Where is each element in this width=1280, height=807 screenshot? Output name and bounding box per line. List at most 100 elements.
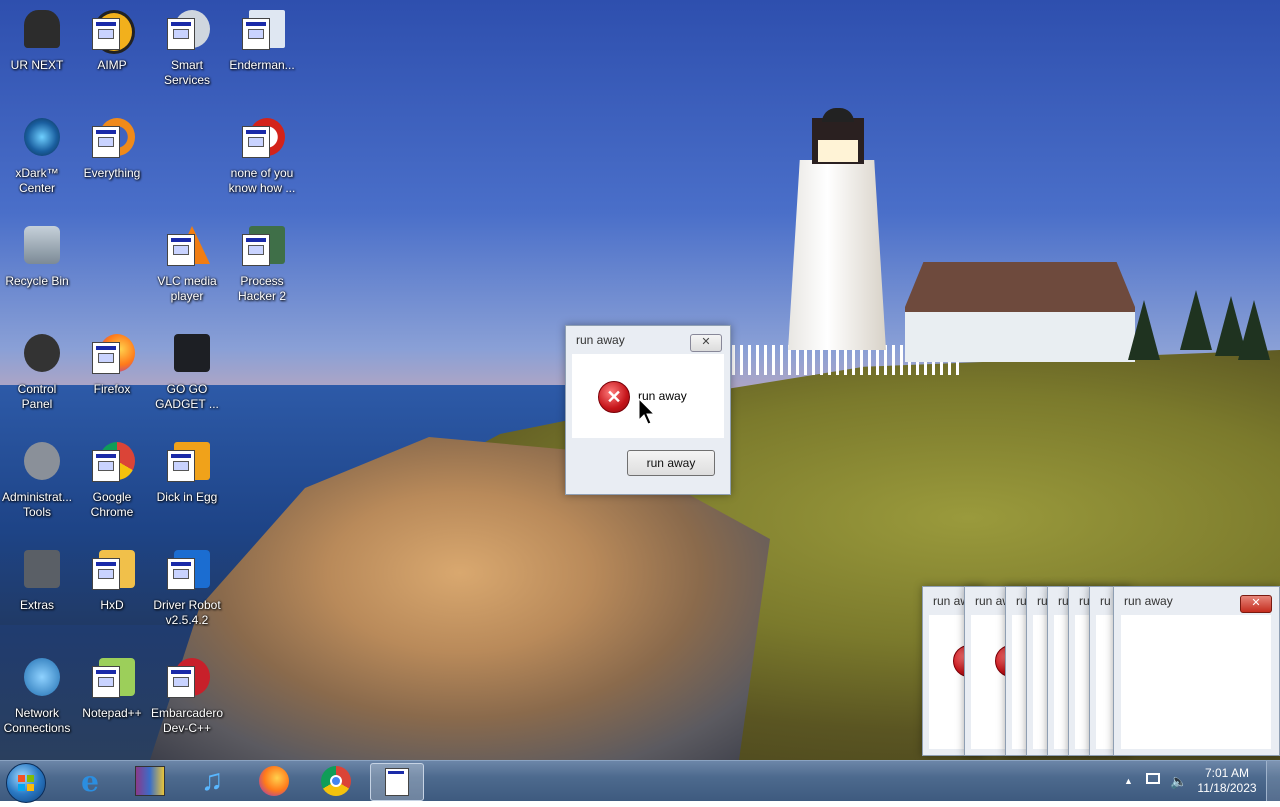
aimp-icon <box>89 10 135 56</box>
firefox-icon <box>89 334 135 380</box>
desktop-icon-label: Firefox <box>93 382 131 396</box>
firefox-icon <box>259 766 289 796</box>
clock[interactable]: 7:01 AM 11/18/2023 <box>1196 761 1258 801</box>
chrome-icon <box>89 442 135 488</box>
volume-muted-icon[interactable]: 🔈 <box>1170 773 1188 791</box>
mouse-cursor-icon <box>638 398 656 425</box>
dev-cpp-icon <box>164 658 210 704</box>
desktop-icon-go-go-gadget[interactable]: GO GO GADGET ... <box>151 328 223 412</box>
notepad-plus-plus-icon <box>89 658 135 704</box>
wallpaper-tree <box>1128 300 1160 360</box>
error-icon: ✕ <box>598 381 630 413</box>
show-desktop-button[interactable] <box>1266 761 1280 801</box>
ur-next-icon <box>14 10 60 56</box>
taskbar-chrome[interactable] <box>310 763 362 799</box>
desktop-icon-driver-robot[interactable]: Driver Robot v2.5.4.2 <box>151 544 223 628</box>
desktop-icon-label: Administrat... Tools <box>1 490 73 519</box>
network-icon <box>14 658 60 704</box>
vlc-cone-icon <box>164 226 210 272</box>
desktop-icon-label: Dick in Egg <box>156 490 218 504</box>
process-hacker-icon <box>239 226 285 272</box>
desktop[interactable]: UR NEXT AIMP Smart Services Enderman... … <box>0 0 1280 760</box>
egg-app-icon <box>164 442 210 488</box>
desktop-icon-label: Network Connections <box>3 706 71 735</box>
desktop-icon-label: Control Panel <box>17 382 57 411</box>
desktop-icon-label: Recycle Bin <box>5 274 69 288</box>
wallpaper-lamp-glass <box>818 140 858 162</box>
desktop-icon-label: HxD <box>100 598 124 612</box>
run-away-window-front[interactable]: run away ✕ <box>1113 586 1280 756</box>
taskbar-itunes[interactable]: ♫ <box>186 763 238 799</box>
close-button[interactable]: ✕ <box>690 334 722 352</box>
wallpaper-house-wall <box>905 312 1135 362</box>
desktop-icon-label: xDark™ Center <box>15 166 59 195</box>
desktop-icon-process-hacker[interactable]: Process Hacker 2 <box>226 220 298 304</box>
desktop-icon-enderman[interactable]: Enderman... <box>226 4 298 73</box>
desktop-icon-label: AIMP <box>97 58 127 72</box>
clock-date: 11/18/2023 <box>1197 781 1257 795</box>
gadget-icon <box>164 334 210 380</box>
close-button[interactable]: ✕ <box>1240 595 1272 613</box>
desktop-icon-google-chrome[interactable]: Google Chrome <box>76 436 148 520</box>
admin-tools-icon <box>14 442 60 488</box>
xdark-icon <box>14 118 60 164</box>
desktop-icon-xdark-center[interactable]: xDark™ Center <box>1 112 73 196</box>
desktop-icon-extras[interactable]: Extras <box>1 544 73 613</box>
taskbar: e ♫ ▲ 🔈 7:01 AM 11/18/2023 <box>0 760 1280 803</box>
network-tray-icon[interactable] <box>1146 773 1162 789</box>
desktop-icon-dick-in-egg[interactable]: Dick in Egg <box>151 436 223 505</box>
desktop-icon-label: Driver Robot v2.5.4.2 <box>153 598 221 627</box>
wallpaper-lamp-top <box>822 108 854 122</box>
show-hidden-icons-button[interactable]: ▲ <box>1124 761 1136 801</box>
internet-explorer-icon: e <box>81 764 99 798</box>
run-away-button[interactable]: run away <box>627 450 715 476</box>
hxd-icon <box>89 550 135 596</box>
control-panel-icon <box>14 334 60 380</box>
extras-icon <box>14 550 60 596</box>
desktop-icon-label: Enderman... <box>229 58 295 72</box>
desktop-icon-aimp[interactable]: AIMP <box>76 4 148 73</box>
red-swirl-icon <box>239 118 285 164</box>
desktop-icon-network-connections[interactable]: Network Connections <box>1 652 73 736</box>
driver-robot-icon <box>164 550 210 596</box>
gears-icon <box>164 10 210 56</box>
chrome-icon <box>321 766 351 796</box>
desktop-icon-everything[interactable]: Everything <box>76 112 148 181</box>
desktop-icon-label: Embarcadero Dev-C++ <box>151 706 224 735</box>
desktop-icon-label: UR NEXT <box>10 58 64 72</box>
desktop-icon-dev-cpp[interactable]: Embarcadero Dev-C++ <box>151 652 223 736</box>
wallpaper-lighthouse <box>788 160 886 350</box>
desktop-icon-administrative-tools[interactable]: Administrat... Tools <box>1 436 73 520</box>
desktop-icon-ur-next[interactable]: UR NEXT <box>1 4 73 73</box>
desktop-icon-recycle-bin[interactable]: Recycle Bin <box>1 220 73 289</box>
desktop-icon-control-panel[interactable]: Control Panel <box>1 328 73 412</box>
desktop-icon-none-of-you[interactable]: none of you know how ... <box>226 112 298 196</box>
everything-icon <box>89 118 135 164</box>
app-window-icon <box>385 768 409 796</box>
recycle-bin-icon <box>14 226 60 272</box>
desktop-icon-label: none of you know how ... <box>228 166 296 195</box>
window-icon <box>239 10 285 56</box>
desktop-icon-notepad-plus-plus[interactable]: Notepad++ <box>76 652 148 721</box>
itunes-icon: ♫ <box>200 764 224 797</box>
desktop-icon-label: Smart Services <box>163 58 210 87</box>
desktop-icon-label: VLC media player <box>157 274 217 303</box>
desktop-icon-label: Everything <box>83 166 141 180</box>
taskbar-run-away-window[interactable] <box>370 763 424 801</box>
wallpaper-tree <box>1238 300 1270 360</box>
window-client <box>1121 615 1271 749</box>
taskbar-firefox[interactable] <box>248 763 300 799</box>
wallpaper-tree <box>1180 290 1212 350</box>
desktop-icon-firefox[interactable]: Firefox <box>76 328 148 397</box>
taskbar-internet-explorer[interactable]: e <box>64 763 116 799</box>
desktop-icon-label: Google Chrome <box>90 490 134 519</box>
clock-time: 7:01 AM <box>1204 766 1250 780</box>
desktop-icon-label: Process Hacker 2 <box>237 274 287 303</box>
start-button[interactable] <box>6 763 46 803</box>
desktop-icon-label: Extras <box>19 598 54 612</box>
desktop-icon-vlc[interactable]: VLC media player <box>151 220 223 304</box>
desktop-icon-hxd[interactable]: HxD <box>76 544 148 613</box>
desktop-icon-smart-services[interactable]: Smart Services <box>151 4 223 88</box>
taskbar-winrar[interactable] <box>124 763 176 799</box>
desktop-icon-label: Notepad++ <box>82 706 142 720</box>
